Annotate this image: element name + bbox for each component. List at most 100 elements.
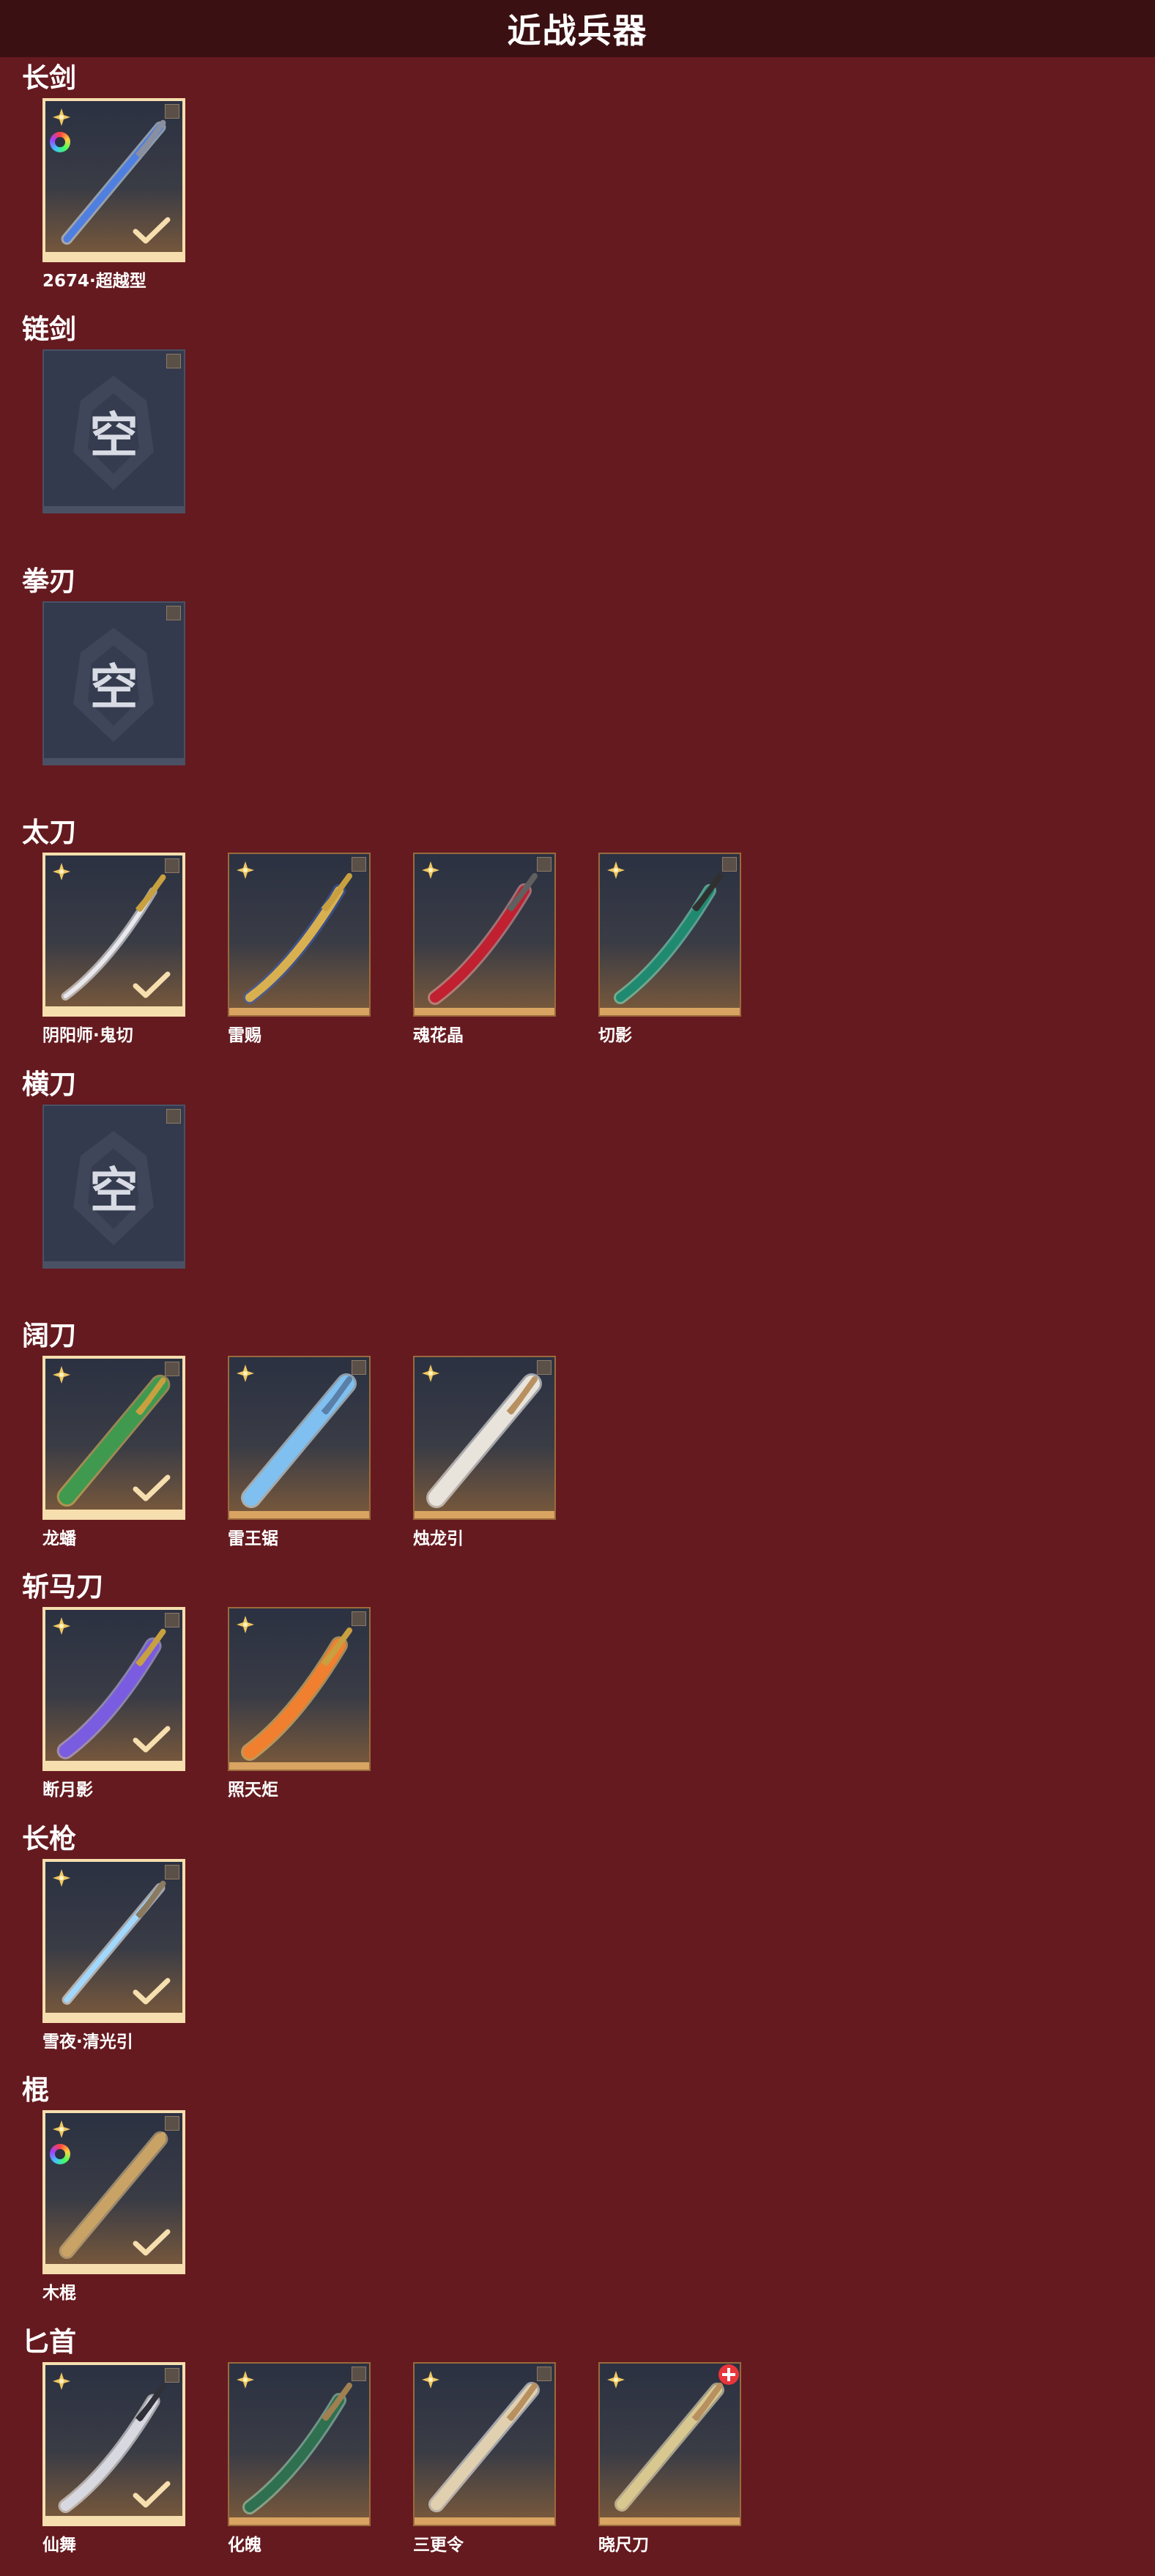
rarity-star-icon: [237, 1616, 254, 1633]
weapon-card[interactable]: 空: [42, 349, 185, 513]
weapon-card[interactable]: [42, 853, 185, 1017]
rarity-star-icon: [422, 1365, 439, 1382]
weapon-name: 阴阳师·鬼切: [42, 1026, 133, 1045]
weapon-card[interactable]: [413, 1356, 556, 1520]
new-badge-icon: [718, 2364, 739, 2385]
rarity-star-icon: [53, 108, 70, 126]
weapon-slot[interactable]: 断月影: [42, 1607, 185, 1800]
rarity-star-icon: [53, 2120, 70, 2138]
empty-slot-label: 空: [89, 1162, 138, 1219]
corner-mark-icon: [166, 354, 181, 368]
weapon-slot[interactable]: 雷赐: [228, 853, 371, 1046]
weapon-slot[interactable]: 切影: [598, 853, 741, 1046]
corner-mark-icon: [537, 857, 551, 872]
section-items: 空: [42, 349, 1141, 547]
rarity-star-icon: [53, 2372, 70, 2390]
rarity-star-icon: [53, 863, 70, 880]
equipped-check-icon: [133, 217, 171, 244]
weapon-name: 龙蟠: [42, 1529, 76, 1548]
weapon-name: 三更令: [413, 2536, 464, 2555]
weapon-slot[interactable]: 雪夜·清光引: [42, 1859, 185, 2052]
section-title: 斩马刀: [22, 1571, 103, 1603]
weapon-card[interactable]: [42, 1859, 185, 2023]
section-items: 雪夜·清光引: [42, 1859, 1141, 2057]
weapon-card[interactable]: [413, 853, 556, 1017]
section-title: 长枪: [22, 1823, 76, 1855]
section-title: 匕首: [22, 2326, 76, 2358]
weapon-section: 太刀 阴阳师·鬼切 雷赐 魂花晶 切影: [0, 817, 1155, 1058]
empty-weapon-slot[interactable]: 空: [42, 601, 185, 765]
weapon-slot[interactable]: 龙蟠: [42, 1356, 185, 1549]
section-title: 拳刃: [22, 565, 76, 597]
weapon-card[interactable]: [42, 2110, 185, 2274]
corner-mark-icon: [165, 858, 179, 873]
weapon-slot[interactable]: 化魄: [228, 2362, 371, 2555]
corner-mark-icon: [537, 1360, 551, 1375]
equipped-check-icon: [133, 2229, 171, 2256]
section-title: 横刀: [22, 1069, 76, 1100]
rarity-star-icon: [422, 2371, 439, 2388]
dye-color-icon: [50, 132, 70, 152]
equipped-check-icon: [133, 2481, 171, 2508]
weapon-card[interactable]: [42, 1607, 185, 1771]
equipped-check-icon: [133, 1474, 171, 1502]
weapon-section: 长枪雪夜·清光引: [0, 1823, 1155, 2065]
section-items: 空: [42, 601, 1141, 799]
weapon-card[interactable]: [228, 2362, 371, 2526]
rarity-star-icon: [237, 2371, 254, 2388]
weapon-card[interactable]: 空: [42, 601, 185, 765]
corner-mark-icon: [352, 2367, 366, 2381]
corner-mark-icon: [165, 104, 179, 119]
weapon-slot[interactable]: 2674·超越型: [42, 98, 185, 292]
rarity-star-icon: [53, 1366, 70, 1384]
corner-mark-icon: [352, 857, 366, 872]
corner-mark-icon: [352, 1611, 366, 1626]
rarity-star-icon: [607, 2371, 625, 2388]
weapon-card[interactable]: [228, 1356, 371, 1520]
weapon-name: 魂花晶: [413, 1026, 464, 1045]
corner-mark-icon: [537, 2367, 551, 2381]
weapon-slot[interactable]: 雷王锯: [228, 1356, 371, 1549]
section-title: 长剑: [22, 62, 76, 94]
weapon-name: 照天炬: [228, 1781, 278, 1800]
weapon-slot[interactable]: 照天炬: [228, 1607, 371, 1800]
weapon-card[interactable]: [42, 98, 185, 262]
weapon-card[interactable]: [42, 2362, 185, 2526]
weapon-name: 切影: [598, 1026, 632, 1045]
corner-mark-icon: [166, 606, 181, 620]
corner-mark-icon: [722, 857, 737, 872]
weapon-slot[interactable]: 三更令: [413, 2362, 556, 2555]
empty-slot-label: 空: [89, 407, 138, 464]
weapon-name: 断月影: [42, 1781, 93, 1800]
weapon-card[interactable]: [228, 853, 371, 1017]
weapon-name: 仙舞: [42, 2536, 76, 2555]
section-title: 链剑: [22, 313, 76, 345]
section-title: 阔刀: [22, 1320, 76, 1351]
weapon-section: 长剑 2674·超越型: [0, 62, 1155, 304]
weapon-slot[interactable]: 阴阳师·鬼切: [42, 853, 185, 1046]
corner-mark-icon: [165, 2116, 179, 2131]
weapon-name: 烛龙引: [413, 1529, 464, 1548]
weapon-slot[interactable]: 魂花晶: [413, 853, 556, 1046]
weapon-card[interactable]: [42, 1356, 185, 1520]
empty-weapon-slot[interactable]: 空: [42, 349, 185, 513]
dye-color-icon: [50, 2144, 70, 2164]
weapon-name: 2674·超越型: [42, 272, 146, 291]
page-title: 近战兵器: [507, 11, 648, 51]
weapon-slot[interactable]: 烛龙引: [413, 1356, 556, 1549]
weapon-section: 棍木棍: [0, 2074, 1155, 2316]
weapon-slot[interactable]: 木棍: [42, 2110, 185, 2304]
weapon-slot[interactable]: 仙舞: [42, 2362, 185, 2555]
weapon-card[interactable]: [598, 853, 741, 1017]
empty-weapon-slot[interactable]: 空: [42, 1105, 185, 1269]
weapon-card[interactable]: [413, 2362, 556, 2526]
weapon-card[interactable]: [598, 2362, 741, 2526]
corner-mark-icon: [165, 1865, 179, 1879]
weapon-card[interactable]: [228, 1607, 371, 1771]
corner-mark-icon: [165, 2368, 179, 2383]
weapon-slot[interactable]: 晓尺刀: [598, 2362, 741, 2555]
section-items: 龙蟠 雷王锯 烛龙引: [42, 1356, 1141, 1554]
corner-mark-icon: [352, 1360, 366, 1375]
weapon-name: 雷王锯: [228, 1529, 278, 1548]
weapon-card[interactable]: 空: [42, 1105, 185, 1269]
